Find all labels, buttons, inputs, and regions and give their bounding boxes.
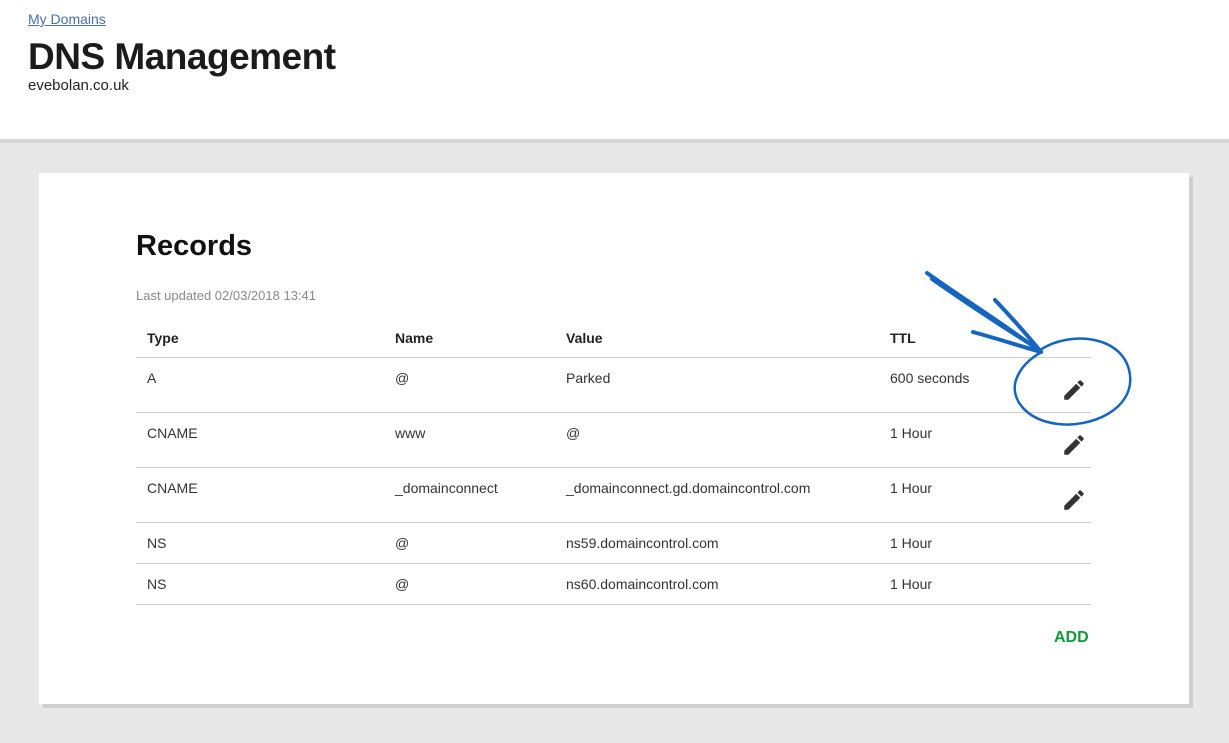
table-row: NS @ ns59.domaincontrol.com 1 Hour (136, 523, 1091, 564)
edit-record-button[interactable] (1061, 432, 1087, 458)
table-row: NS @ ns60.domaincontrol.com 1 Hour (136, 564, 1091, 605)
column-header-value: Value (566, 330, 603, 346)
column-header-name: Name (395, 330, 434, 346)
records-card: Records Last updated 02/03/2018 13:41 Ty… (39, 173, 1189, 704)
record-ttl: 1 Hour (890, 576, 933, 592)
record-value: ns59.domaincontrol.com (566, 535, 719, 551)
record-name: @ (395, 535, 410, 551)
column-header-type: Type (147, 330, 179, 346)
record-ttl: 600 seconds (890, 370, 970, 386)
records-title: Records (136, 230, 253, 262)
table-row: A @ Parked 600 seconds (136, 358, 1091, 413)
record-type: CNAME (147, 480, 198, 496)
pencil-icon (1064, 490, 1084, 510)
record-value: ns60.domaincontrol.com (566, 576, 719, 592)
pencil-icon (1064, 435, 1084, 455)
page-header: My Domains DNS Management evebolan.co.uk (0, 0, 1229, 143)
last-updated: Last updated 02/03/2018 13:41 (136, 288, 316, 303)
record-value: _domainconnect.gd.domaincontrol.com (566, 480, 811, 496)
record-value: Parked (566, 370, 611, 386)
record-name: @ (395, 370, 410, 386)
record-type: A (147, 370, 157, 386)
record-ttl: 1 Hour (890, 535, 933, 551)
record-ttl: 1 Hour (890, 425, 933, 441)
record-type: CNAME (147, 425, 198, 441)
column-header-ttl: TTL (890, 330, 916, 346)
record-value: @ (566, 425, 581, 441)
record-name: _domainconnect (395, 480, 498, 496)
domain-name: evebolan.co.uk (28, 77, 129, 94)
edit-record-button[interactable] (1061, 377, 1087, 403)
add-record-button[interactable]: ADD (1054, 629, 1089, 647)
record-name: @ (395, 576, 410, 592)
record-ttl: 1 Hour (890, 480, 933, 496)
table-row: CNAME _domainconnect _domainconnect.gd.d… (136, 468, 1091, 523)
record-type: NS (147, 576, 167, 592)
page-title: DNS Management (28, 36, 336, 77)
edit-record-button[interactable] (1061, 487, 1087, 513)
breadcrumb-my-domains[interactable]: My Domains (28, 11, 106, 27)
pencil-icon (1064, 380, 1084, 400)
record-type: NS (147, 535, 167, 551)
record-name: www (395, 425, 426, 441)
records-table: Type Name Value TTL A @ Parked 600 secon… (136, 318, 1091, 605)
table-row: CNAME www @ 1 Hour (136, 413, 1091, 468)
table-header: Type Name Value TTL (136, 318, 1091, 358)
